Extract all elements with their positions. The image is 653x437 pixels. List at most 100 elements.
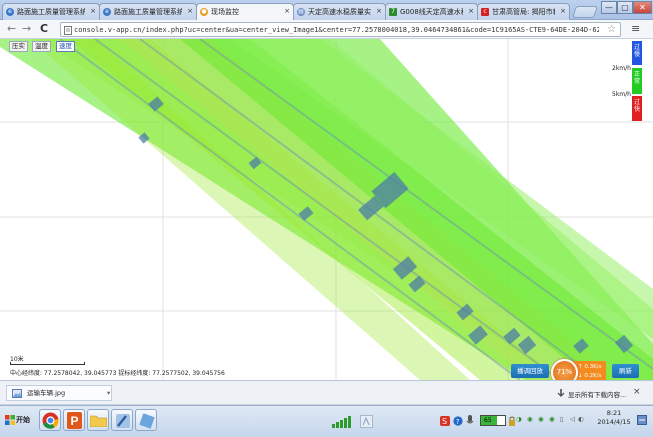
close-icon[interactable]: × (376, 7, 382, 15)
tray-shield-icon[interactable]: ◉ (538, 415, 544, 423)
site-favicon-icon: 7 (389, 8, 397, 16)
folder-icon (90, 415, 107, 427)
ie-page-icon: e (103, 8, 111, 16)
volume-icon[interactable]: ◁ (570, 415, 575, 423)
mode-button-compaction[interactable]: 压实 (9, 41, 28, 52)
playback-button[interactable]: 播调回放 (511, 364, 549, 378)
action-center-icon[interactable] (637, 415, 647, 425)
mode-button-speed[interactable]: 速度 (56, 41, 75, 52)
address-bar[interactable]: console.v-app.cn/index.php?uc=center&ua=… (60, 22, 621, 37)
lock-icon (509, 416, 515, 426)
coordinate-readout: 中心经纬度: 77.2578042, 39.045773 捉标经纬度: 77.2… (10, 370, 225, 377)
clock-date: 2014/4/15 (597, 418, 631, 426)
refresh-button[interactable]: 刷新 (612, 364, 639, 378)
battery-level: 65 (484, 417, 492, 424)
tray-sync-icon[interactable]: ◑ (516, 415, 522, 423)
clock-time: 8:21 (606, 409, 622, 417)
menu-icon[interactable]: ≡ (631, 23, 640, 35)
close-icon[interactable]: × (468, 7, 474, 15)
app-taskbar-button[interactable] (135, 409, 157, 431)
tab-4[interactable]: ▤ 天定高速水稳质量实施工 × (293, 3, 386, 20)
svg-text:?: ? (456, 418, 460, 426)
compaction-track-layer (0, 39, 653, 380)
legend-speed-label: 5km/h (612, 91, 631, 98)
monitor-page-icon: ● (200, 8, 208, 16)
folder-taskbar-button[interactable] (87, 409, 109, 431)
tab-2[interactable]: e 路面施工质量管理系统 × (99, 3, 197, 20)
microphone-icon[interactable] (466, 415, 474, 427)
close-icon[interactable]: × (90, 7, 96, 15)
chrome-taskbar-button[interactable] (39, 409, 61, 431)
back-arrow-icon[interactable]: ← (7, 23, 16, 35)
tab-1[interactable]: e 路面施工质量管理系统 × (2, 3, 100, 20)
tray-update-icon[interactable]: ◉ (549, 415, 555, 423)
svg-text:P: P (71, 414, 79, 428)
tools-icon (116, 414, 130, 428)
tab-6[interactable]: c 甘肃高管局: 揭阳市和丰 × (477, 3, 570, 20)
powerpoint-taskbar-button[interactable]: P (63, 409, 85, 431)
upload-rate: ↑ 0.3K/s (578, 364, 602, 370)
download-shelf: 运输车辆.jpg ▾ 显示所有下载内容... × (0, 380, 653, 405)
tab-label: G008线天定高速水稳质量 (400, 8, 463, 16)
document-icon: ▤ (297, 8, 305, 16)
download-arrow-icon (557, 389, 565, 397)
help-icon[interactable]: ? (453, 416, 463, 426)
start-button[interactable]: 开始 (5, 412, 37, 430)
legend-speed-label: 2km/h (612, 65, 631, 72)
tab-5[interactable]: 7 G008线天定高速水稳质量 × (385, 3, 478, 20)
tray-clock[interactable]: 8:21 2014/4/15 (595, 409, 633, 427)
maximize-button[interactable]: ▢ (617, 1, 633, 14)
tab-label: 路面施工质量管理系统 (17, 8, 85, 16)
legend-normal: 正常 (632, 68, 642, 94)
forward-arrow-icon[interactable]: → (22, 23, 31, 35)
page-icon (64, 26, 72, 35)
tray-status-icon[interactable]: ◉ (527, 415, 533, 423)
tools-taskbar-button[interactable] (111, 409, 133, 431)
speed-gauge: 71% (551, 359, 578, 380)
close-icon[interactable]: × (560, 7, 566, 15)
signal-strength-icon (332, 416, 351, 428)
tab-label: 天定高速水稳质量实施工 (308, 8, 371, 16)
close-icon[interactable]: × (187, 7, 193, 15)
new-tab-button[interactable] (572, 6, 598, 18)
legend-too-fast: 过快 (632, 96, 642, 121)
tab-3-active[interactable]: ● 现场监控 × (196, 3, 294, 21)
tab-label: 路面施工质量管理系统 (114, 8, 182, 16)
tray-flag-icon[interactable]: ▯ (560, 415, 564, 423)
bookmark-star-icon[interactable]: ☆ (607, 24, 616, 35)
close-icon[interactable]: × (633, 387, 641, 397)
url-text: console.v-app.cn/index.php?uc=center&ua=… (74, 26, 599, 34)
svg-text:S: S (442, 417, 447, 426)
browser-tab-strip: e 路面施工质量管理系统 × e 路面施工质量管理系统 × ● 现场监控 × ▤… (0, 0, 653, 21)
network-icon[interactable] (360, 415, 373, 428)
windows-taskbar: 开始 P S ? 65 ◑ ◉ ◉ ◉ ▯ ◁ ◐ 8:21 2014/4/15 (0, 405, 653, 437)
mode-button-temperature[interactable]: 温度 (32, 41, 51, 52)
download-rate: ↓ 0.2K/s (578, 373, 602, 379)
application-icon (139, 413, 155, 429)
download-item[interactable]: 运输车辆.jpg ▾ (6, 385, 112, 401)
map-canvas[interactable]: 压实 温度 速度 过慢 正常 过快 2km/h 5km/h 10米 中心经纬度:… (0, 39, 653, 380)
ie-page-icon: e (6, 8, 14, 16)
antivirus-icon[interactable]: S (440, 416, 450, 426)
system-tray-icons: ◑ ◉ ◉ ◉ ▯ ◁ ◐ (516, 415, 586, 427)
close-icon[interactable]: × (284, 7, 290, 15)
close-window-button[interactable]: ✕ (633, 1, 652, 14)
powerpoint-icon: P (67, 412, 82, 429)
tray-display-icon[interactable]: ◐ (578, 415, 584, 423)
tab-label: 甘肃高管局: 揭阳市和丰 (492, 8, 555, 16)
chevron-down-icon[interactable]: ▾ (107, 386, 110, 400)
scale-bar (10, 362, 85, 365)
start-label: 开始 (16, 416, 30, 424)
news-favicon-icon: c (481, 8, 489, 16)
image-file-icon (12, 389, 22, 398)
windows-logo-icon (5, 415, 15, 425)
minimize-button[interactable]: — (601, 1, 617, 14)
battery-indicator[interactable]: 65 (480, 415, 506, 426)
reload-icon[interactable]: C (40, 23, 48, 35)
show-all-downloads-link[interactable]: 显示所有下载内容... (568, 389, 626, 399)
browser-toolbar: ← → C console.v-app.cn/index.php?uc=cent… (0, 20, 653, 39)
chrome-icon (42, 412, 59, 429)
download-file-name: 运输车辆.jpg (27, 389, 66, 397)
legend-too-slow: 过慢 (632, 41, 642, 65)
tab-label: 现场监控 (211, 8, 239, 16)
